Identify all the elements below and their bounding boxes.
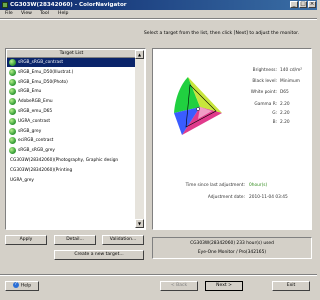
black-level-value: Minimum bbox=[280, 79, 300, 84]
help-button[interactable]: ? Help bbox=[5, 281, 39, 291]
gamma-g-label: G: bbox=[272, 111, 277, 116]
green-ball-icon bbox=[9, 108, 16, 115]
target-list-item-label: eciRGB_contrast bbox=[18, 138, 54, 144]
target-list-item[interactable]: sRGB_sRGB_grey bbox=[7, 146, 136, 155]
target-list-item-label: sRGB_sRGB_contrast bbox=[18, 60, 64, 65]
brightness-label: Brightness: bbox=[252, 68, 277, 73]
white-point-marker bbox=[196, 107, 200, 111]
target-list-item[interactable]: UGRA_contrast bbox=[7, 117, 136, 126]
target-list-item-label: sRGB_sRGB_grey bbox=[18, 148, 55, 154]
instruction-text: Select a target from the list, then clic… bbox=[143, 31, 300, 36]
gamma-b-label: B: bbox=[272, 120, 277, 125]
brightness-value: 140 cd/m² bbox=[280, 68, 303, 73]
back-button[interactable]: < Back bbox=[160, 281, 198, 291]
target-list-scrollbar[interactable]: ▲ ▼ bbox=[135, 50, 144, 228]
target-list-item-label: sRGB_emu_D65 bbox=[18, 109, 53, 114]
target-list-item-label: UGRA_grey bbox=[10, 177, 34, 183]
gamma-g-value: 2.20 bbox=[280, 111, 290, 116]
time-since-label: Time since last adjustment: bbox=[185, 183, 245, 188]
target-list-item[interactable]: sRGB_grey bbox=[7, 127, 136, 136]
menu-bar: File View Tool Help bbox=[0, 10, 317, 17]
target-list-item[interactable]: sRGB_Emu bbox=[7, 87, 136, 96]
target-list-header: Target List bbox=[7, 50, 136, 58]
scroll-up-icon[interactable]: ▲ bbox=[135, 50, 144, 59]
target-list-item-label: AdobeRGB_Emu bbox=[18, 99, 53, 105]
green-ball-icon bbox=[9, 78, 16, 86]
target-list-item-label: sRGB_Emu bbox=[18, 89, 42, 95]
green-ball-icon bbox=[9, 59, 16, 66]
target-list-item[interactable]: eciRGB_contrast bbox=[7, 136, 136, 145]
gamma-r-label: Gamma R: bbox=[254, 102, 277, 107]
close-button[interactable]: × bbox=[308, 1, 316, 8]
target-list-item-label: CG303W(28342060)(Photography, Graphic de… bbox=[10, 158, 119, 163]
help-icon: ? bbox=[12, 282, 19, 288]
black-level-label: Black level: bbox=[252, 79, 277, 84]
usage-hours-text: CG303W(28342060) 233 hour(s) used bbox=[190, 241, 274, 246]
title-bar: CG303W(28342060) - ColorNavigator _ □ × bbox=[0, 0, 317, 10]
green-ball-icon bbox=[9, 98, 16, 106]
apply-button[interactable]: Apply bbox=[5, 235, 47, 245]
gamma-r-value: 2.20 bbox=[280, 102, 290, 107]
white-point-label: White point: bbox=[250, 90, 277, 95]
green-ball-icon bbox=[9, 147, 16, 155]
menu-view[interactable]: View bbox=[21, 11, 32, 16]
menu-tool[interactable]: Tool bbox=[40, 11, 49, 16]
footer-separator bbox=[0, 274, 317, 276]
menu-help[interactable]: Help bbox=[58, 11, 68, 16]
menu-separator bbox=[0, 18, 317, 20]
target-list-item-label: sRGB_Emu_D50(Illustrat.) bbox=[18, 69, 74, 75]
target-list-item[interactable]: sRGB_Emu_D50(Photo) bbox=[7, 78, 136, 87]
menu-file[interactable]: File bbox=[5, 11, 13, 16]
green-ball-icon bbox=[9, 88, 16, 96]
target-list-item[interactable]: sRGB_Emu_D50(Illustrat.) bbox=[7, 68, 136, 77]
time-since-value: 0hour(s) bbox=[249, 183, 268, 188]
adjustment-date-value: 2010-11-04 03:45 bbox=[249, 195, 288, 200]
target-list-item[interactable]: sRGB_emu_D65 bbox=[7, 107, 136, 116]
detail-button[interactable]: Detail... bbox=[54, 235, 96, 245]
maximize-button[interactable]: □ bbox=[299, 1, 307, 8]
green-ball-icon bbox=[9, 68, 16, 76]
scroll-down-icon[interactable]: ▼ bbox=[135, 219, 144, 228]
target-list-item-label: sRGB_grey bbox=[18, 128, 42, 134]
target-list-item[interactable]: AdobeRGB_Emu bbox=[7, 97, 136, 106]
green-ball-icon bbox=[9, 117, 16, 125]
app-icon bbox=[2, 2, 8, 8]
help-button-label: Help bbox=[20, 283, 32, 289]
target-list-item-label: UGRA_contrast bbox=[18, 118, 51, 124]
target-list-item[interactable]: CG303W(28342060)(Printing bbox=[7, 166, 136, 175]
target-list-item[interactable]: CG303W(28342060)(Photography, Graphic de… bbox=[7, 156, 136, 165]
sensor-text: Eye-One Monitor / Pro(342165) bbox=[197, 250, 267, 255]
green-ball-icon bbox=[9, 127, 16, 135]
exit-button[interactable]: Exit bbox=[272, 281, 310, 291]
adjustment-date-label: Adjustment date: bbox=[207, 195, 245, 200]
validation-button[interactable]: Validation... bbox=[102, 235, 144, 245]
window-title: CG303W(28342060) - ColorNavigator bbox=[10, 2, 127, 8]
target-list-item[interactable]: UGRA_grey bbox=[7, 176, 136, 185]
target-list-item[interactable]: sRGB_sRGB_contrast bbox=[7, 58, 136, 67]
target-list-item-label: CG303W(28342060)(Printing bbox=[10, 167, 73, 173]
create-target-button[interactable]: Create a new target... bbox=[54, 250, 144, 260]
white-point-value: D65 bbox=[280, 90, 289, 95]
next-button[interactable]: Next > bbox=[205, 281, 243, 291]
device-status-box: CG303W(28342060) 233 hour(s) used Eye-On… bbox=[152, 237, 312, 259]
target-info-panel: Brightness: 140 cd/m² Black level: Minim… bbox=[152, 48, 312, 230]
minimize-button[interactable]: _ bbox=[290, 1, 298, 8]
target-list-item-label: sRGB_Emu_D50(Photo) bbox=[18, 79, 68, 85]
gamma-b-value: 2.20 bbox=[280, 120, 290, 125]
green-ball-icon bbox=[9, 137, 16, 145]
target-list[interactable]: Target List sRGB_sRGB_contrast sRGB_Emu_D… bbox=[5, 48, 146, 230]
